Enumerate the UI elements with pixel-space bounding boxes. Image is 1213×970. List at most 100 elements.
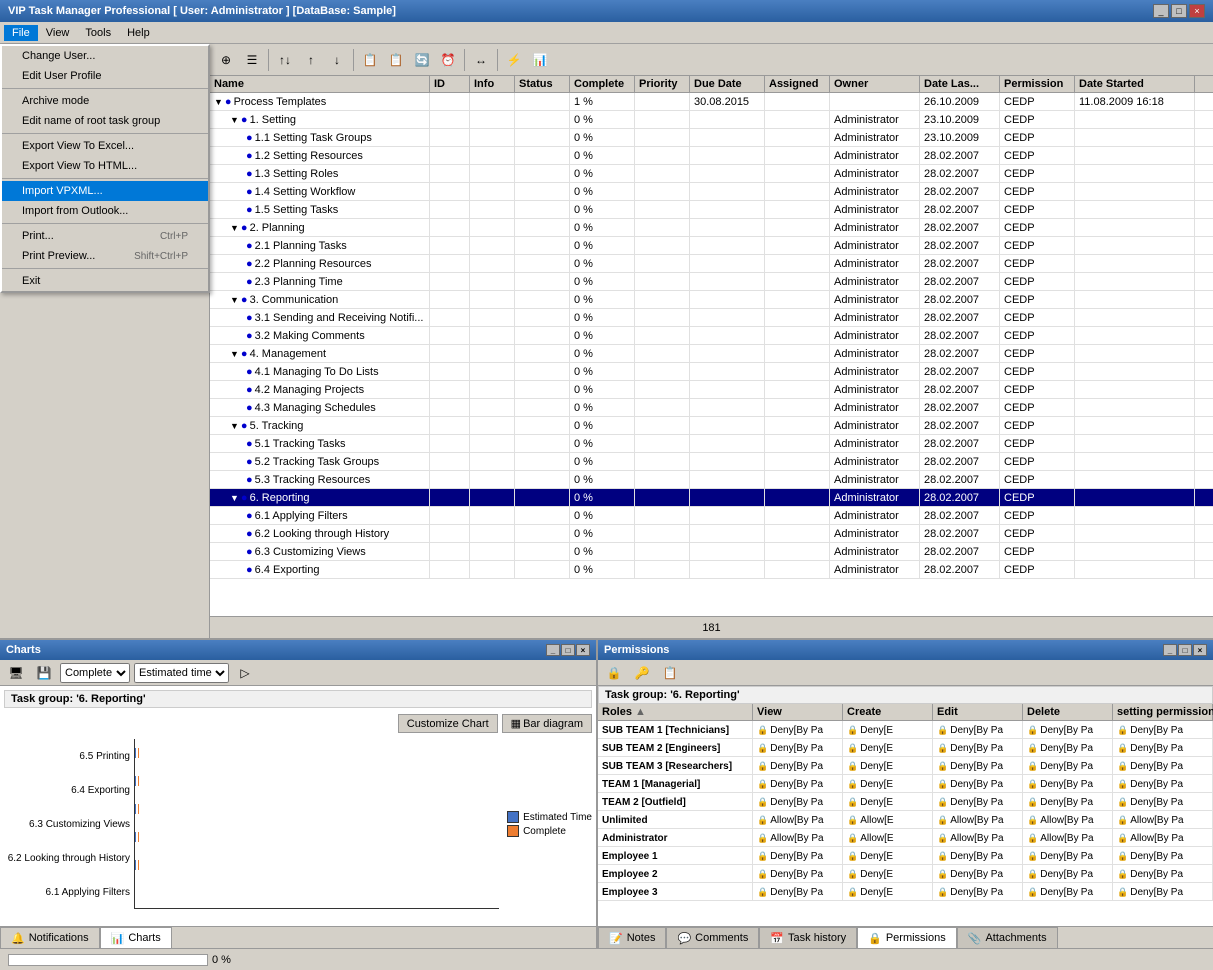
toolbar-btn-6[interactable]: 📋 xyxy=(358,48,382,72)
perm-minimize-btn[interactable]: _ xyxy=(1163,644,1177,656)
maximize-button[interactable]: □ xyxy=(1171,4,1187,18)
dropdown-print-preview[interactable]: Print Preview... Shift+Ctrl+P xyxy=(2,246,208,266)
close-button[interactable]: × xyxy=(1189,4,1205,18)
bar-diagram-button[interactable]: ▦ Bar diagram xyxy=(502,714,592,733)
toolbar-btn-8[interactable]: 🔄 xyxy=(410,48,434,72)
customize-chart-button[interactable]: Customize Chart xyxy=(398,714,498,733)
perm-row[interactable]: Employee 2 🔒Deny[By Pa 🔒Deny[E 🔒Deny[By … xyxy=(598,865,1213,883)
dropdown-export-excel[interactable]: Export View To Excel... xyxy=(2,136,208,156)
task-row[interactable]: ●2.2 Planning Resources 0 % Administrato… xyxy=(210,255,1213,273)
task-row[interactable]: ●4.2 Managing Projects 0 % Administrator… xyxy=(210,381,1213,399)
toolbar-btn-2[interactable]: ☰ xyxy=(240,48,264,72)
tab-attachments[interactable]: 📎 Attachments xyxy=(957,927,1058,948)
toolbar-btn-11[interactable]: ⚡ xyxy=(502,48,526,72)
perm-row[interactable]: SUB TEAM 2 [Engineers] 🔒Deny[By Pa 🔒Deny… xyxy=(598,739,1213,757)
task-row[interactable]: ▼●1. Setting 0 % Administrator 23.10.200… xyxy=(210,111,1213,129)
task-row[interactable]: ●6.2 Looking through History 0 % Adminis… xyxy=(210,525,1213,543)
dropdown-edit-profile[interactable]: Edit User Profile xyxy=(2,66,208,86)
expand-icon[interactable]: ▼ xyxy=(230,295,239,305)
expand-icon[interactable]: ▼ xyxy=(214,97,223,107)
task-row[interactable]: ●3.1 Sending and Receiving Notifi... 0 %… xyxy=(210,309,1213,327)
dropdown-import-outlook[interactable]: Import from Outlook... xyxy=(2,201,208,221)
toolbar-btn-4[interactable]: ↑ xyxy=(299,48,323,72)
toolbar-btn-5[interactable]: ↓ xyxy=(325,48,349,72)
charts-close-btn[interactable]: × xyxy=(576,644,590,656)
menu-file[interactable]: File xyxy=(4,25,38,41)
task-row[interactable]: ●4.3 Managing Schedules 0 % Administrato… xyxy=(210,399,1213,417)
task-row[interactable]: ▼●2. Planning 0 % Administrator 28.02.20… xyxy=(210,219,1213,237)
menu-help[interactable]: Help xyxy=(119,25,158,41)
task-row[interactable]: ●3.2 Making Comments 0 % Administrator 2… xyxy=(210,327,1213,345)
task-row[interactable]: ●5.2 Tracking Task Groups 0 % Administra… xyxy=(210,453,1213,471)
task-group-icon: ● xyxy=(246,564,253,576)
charts-toolbar-btn-2[interactable]: 💾 xyxy=(32,661,56,685)
perm-toolbar-btn-3[interactable]: 📋 xyxy=(658,661,682,685)
perm-row[interactable]: SUB TEAM 1 [Technicians] 🔒Deny[By Pa 🔒De… xyxy=(598,721,1213,739)
expand-icon[interactable]: ▼ xyxy=(230,349,239,359)
tab-notifications[interactable]: 🔔 Notifications xyxy=(0,927,100,948)
perm-maximize-btn[interactable]: □ xyxy=(1178,644,1192,656)
tab-charts[interactable]: 📊 Charts xyxy=(100,927,172,948)
charts-toolbar-btn-1[interactable]: 🖥 xyxy=(4,661,28,685)
perm-toolbar-btn-2[interactable]: 🔑 xyxy=(630,661,654,685)
task-row[interactable]: ●1.3 Setting Roles 0 % Administrator 28.… xyxy=(210,165,1213,183)
task-row[interactable]: ▼●5. Tracking 0 % Administrator 28.02.20… xyxy=(210,417,1213,435)
task-row[interactable]: ●6.4 Exporting 0 % Administrator 28.02.2… xyxy=(210,561,1213,579)
task-row[interactable]: ●5.1 Tracking Tasks 0 % Administrator 28… xyxy=(210,435,1213,453)
perm-row[interactable]: TEAM 2 [Outfield] 🔒Deny[By Pa 🔒Deny[E 🔒D… xyxy=(598,793,1213,811)
dropdown-change-user[interactable]: Change User... xyxy=(2,46,208,66)
perm-row[interactable]: Employee 1 🔒Deny[By Pa 🔒Deny[E 🔒Deny[By … xyxy=(598,847,1213,865)
task-list-area: Name ID Info Status Complete Priority Du… xyxy=(210,76,1213,616)
expand-icon[interactable]: ▼ xyxy=(230,115,239,125)
toolbar-btn-10[interactable]: ↔ xyxy=(469,48,493,72)
task-row[interactable]: ●1.2 Setting Resources 0 % Administrator… xyxy=(210,147,1213,165)
tab-notes[interactable]: 📝 Notes xyxy=(598,927,666,948)
charts-maximize-btn[interactable]: □ xyxy=(561,644,575,656)
minimize-button[interactable]: _ xyxy=(1153,4,1169,18)
perm-row[interactable]: TEAM 1 [Managerial] 🔒Deny[By Pa 🔒Deny[E … xyxy=(598,775,1213,793)
toolbar-btn-12[interactable]: 📊 xyxy=(528,48,552,72)
menu-view[interactable]: View xyxy=(38,25,78,41)
perm-row[interactable]: SUB TEAM 3 [Researchers] 🔒Deny[By Pa 🔒De… xyxy=(598,757,1213,775)
charts-complete-dropdown[interactable]: Complete xyxy=(60,663,130,683)
toolbar-btn-3[interactable]: ↑↓ xyxy=(273,48,297,72)
expand-icon[interactable]: ▼ xyxy=(230,493,239,503)
charts-nav-btn[interactable]: ▷ xyxy=(233,661,257,685)
task-row[interactable]: ●2.3 Planning Time 0 % Administrator 28.… xyxy=(210,273,1213,291)
perm-close-btn[interactable]: × xyxy=(1193,644,1207,656)
expand-icon[interactable]: ▼ xyxy=(230,421,239,431)
tab-permissions[interactable]: 🔒 Permissions xyxy=(857,927,957,948)
task-row[interactable]: ●4.1 Managing To Do Lists 0 % Administra… xyxy=(210,363,1213,381)
expand-icon[interactable]: ▼ xyxy=(230,223,239,233)
charts-minimize-btn[interactable]: _ xyxy=(546,644,560,656)
task-row[interactable]: ●5.3 Tracking Resources 0 % Administrato… xyxy=(210,471,1213,489)
task-row[interactable]: ●1.5 Setting Tasks 0 % Administrator 28.… xyxy=(210,201,1213,219)
dropdown-archive-mode[interactable]: Archive mode xyxy=(2,91,208,111)
dropdown-print[interactable]: Print... Ctrl+P xyxy=(2,226,208,246)
toolbar-btn-7[interactable]: 📋 xyxy=(384,48,408,72)
task-row[interactable]: ●1.4 Setting Workflow 0 % Administrator … xyxy=(210,183,1213,201)
tab-task-history[interactable]: 📅 Task history xyxy=(759,927,857,948)
perm-toolbar-btn-1[interactable]: 🔒 xyxy=(602,661,626,685)
perm-row[interactable]: Employee 3 🔒Deny[By Pa 🔒Deny[E 🔒Deny[By … xyxy=(598,883,1213,901)
task-row[interactable]: ▼●3. Communication 0 % Administrator 28.… xyxy=(210,291,1213,309)
perm-toolbar: 🔒 🔑 📋 xyxy=(598,660,1213,686)
task-row[interactable]: ▼●4. Management 0 % Administrator 28.02.… xyxy=(210,345,1213,363)
toolbar-btn-9[interactable]: ⏰ xyxy=(436,48,460,72)
dropdown-edit-root-name[interactable]: Edit name of root task group xyxy=(2,111,208,131)
task-row[interactable]: ▼●Process Templates 1 % 30.08.2015 26.10… xyxy=(210,93,1213,111)
dropdown-exit[interactable]: Exit xyxy=(2,271,208,291)
perm-row[interactable]: Administrator 🔒Allow[By Pa 🔒Allow[E 🔒All… xyxy=(598,829,1213,847)
toolbar-btn-1[interactable]: ⊕ xyxy=(214,48,238,72)
dropdown-export-html[interactable]: Export View To HTML... xyxy=(2,156,208,176)
tab-comments[interactable]: 💬 Comments xyxy=(666,927,759,948)
task-row[interactable]: ●2.1 Planning Tasks 0 % Administrator 28… xyxy=(210,237,1213,255)
task-row[interactable]: ●6.3 Customizing Views 0 % Administrator… xyxy=(210,543,1213,561)
perm-row[interactable]: Unlimited 🔒Allow[By Pa 🔒Allow[E 🔒Allow[B… xyxy=(598,811,1213,829)
task-row[interactable]: ●1.1 Setting Task Groups 0 % Administrat… xyxy=(210,129,1213,147)
task-row[interactable]: ▼●6. Reporting 0 % Administrator 28.02.2… xyxy=(210,489,1213,507)
dropdown-import-vpxml[interactable]: Import VPXML... xyxy=(2,181,208,201)
charts-estimated-dropdown[interactable]: Estimated time xyxy=(134,663,229,683)
menu-tools[interactable]: Tools xyxy=(77,25,119,41)
task-row[interactable]: ●6.1 Applying Filters 0 % Administrator … xyxy=(210,507,1213,525)
